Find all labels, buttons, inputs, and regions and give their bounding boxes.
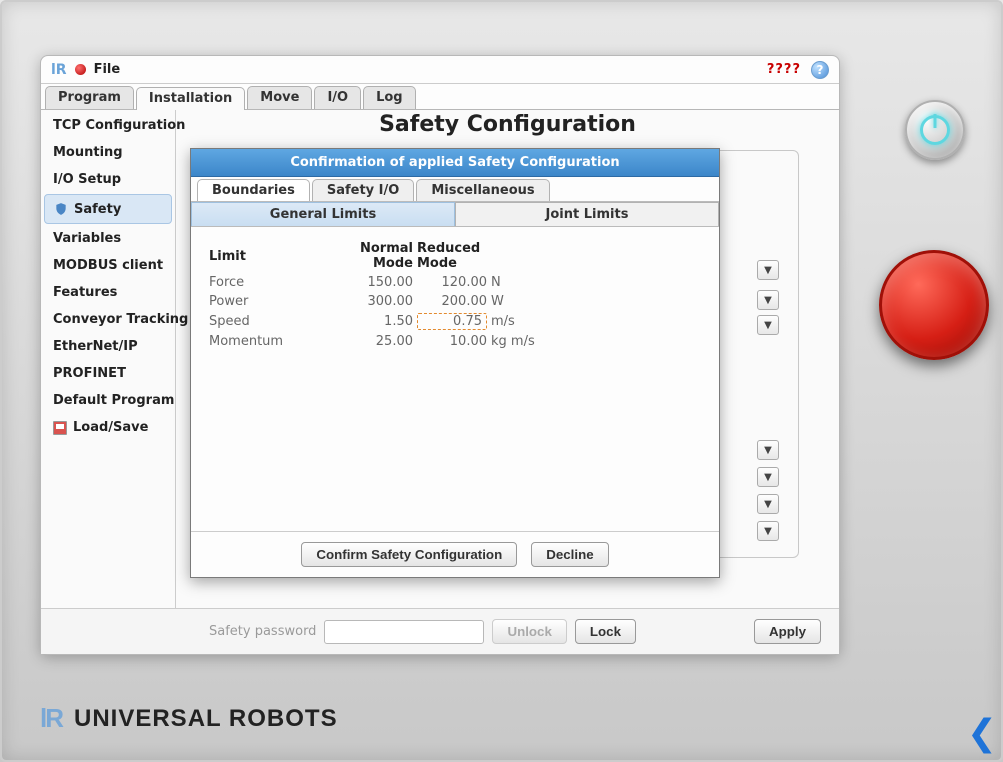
dropdown-4[interactable]: ▼ [757, 440, 779, 460]
dropdown-1[interactable]: ▼ [757, 260, 779, 280]
brand-footer: lR UNIVERSAL ROBOTS [40, 703, 338, 734]
password-label: Safety password [209, 624, 316, 639]
col-reduced: Reduced Mode [417, 241, 487, 271]
col-limit: Limit [209, 249, 319, 264]
limit-name: Speed [209, 314, 319, 329]
limits-row-power: Power 300.00 200.00 W [209, 292, 701, 311]
sidebar-item-profinet[interactable]: PROFINET [41, 360, 175, 387]
page-title: Safety Configuration [176, 112, 839, 137]
limits-row-speed: Speed 1.50 0.75 m/s [209, 311, 701, 332]
sidebar-item-default-program[interactable]: Default Program [41, 387, 175, 414]
apply-button[interactable]: Apply [754, 619, 821, 644]
limit-name: Power [209, 294, 319, 309]
dialog-subtab-general-limits[interactable]: General Limits [191, 202, 455, 226]
sidebar-item-modbus[interactable]: MODBUS client [41, 252, 175, 279]
col-normal: Normal Mode [323, 241, 413, 271]
ur-logo-icon: lR [40, 703, 62, 734]
sidebar-item-io-setup[interactable]: I/O Setup [41, 166, 175, 193]
limit-reduced: 10.00 [417, 334, 487, 349]
tab-io[interactable]: I/O [314, 86, 361, 109]
confirm-safety-button[interactable]: Confirm Safety Configuration [301, 542, 517, 567]
sidebar-item-load-save[interactable]: Load/Save [41, 414, 175, 441]
dropdown-7[interactable]: ▼ [757, 521, 779, 541]
dialog-subtab-joint-limits[interactable]: Joint Limits [455, 202, 719, 226]
dialog-tabs-primary: Boundaries Safety I/O Miscellaneous [191, 177, 719, 202]
emergency-stop-button[interactable] [879, 250, 989, 360]
limit-normal: 25.00 [323, 334, 413, 349]
safety-password-input[interactable] [324, 620, 484, 644]
tab-program[interactable]: Program [45, 86, 134, 109]
limit-unit: m/s [491, 314, 541, 329]
dropdown-3[interactable]: ▼ [757, 315, 779, 335]
limit-reduced-highlighted: 0.75 [417, 313, 487, 330]
dialog-tab-miscellaneous[interactable]: Miscellaneous [416, 179, 549, 201]
power-icon [920, 115, 950, 145]
dropdown-5[interactable]: ▼ [757, 467, 779, 487]
sidebar-item-ethernet-ip[interactable]: EtherNet/IP [41, 333, 175, 360]
limits-row-momentum: Momentum 25.00 10.00 kg m/s [209, 332, 701, 351]
tab-move[interactable]: Move [247, 86, 312, 109]
floppy-icon [53, 421, 67, 435]
sidebar-item-label: Safety [74, 202, 121, 217]
confirmation-dialog: Confirmation of applied Safety Configura… [190, 148, 720, 578]
sidebar-item-features[interactable]: Features [41, 279, 175, 306]
limit-name: Force [209, 275, 319, 290]
dialog-tab-boundaries[interactable]: Boundaries [197, 179, 310, 201]
limits-header: Limit Normal Mode Reduced Mode [209, 239, 701, 273]
shield-icon [54, 201, 68, 217]
ur-logo-small: lR [51, 62, 67, 78]
sidebar-item-mounting[interactable]: Mounting [41, 139, 175, 166]
limits-row-force: Force 150.00 120.00 N [209, 273, 701, 292]
tab-log[interactable]: Log [363, 86, 416, 109]
limit-reduced: 120.00 [417, 275, 487, 290]
limit-unit: W [491, 294, 541, 309]
dialog-title: Confirmation of applied Safety Configura… [191, 149, 719, 177]
sidebar-item-tcp-configuration[interactable]: TCP Configuration [41, 112, 175, 139]
limit-normal: 150.00 [323, 275, 413, 290]
limit-normal: 300.00 [323, 294, 413, 309]
tab-installation[interactable]: Installation [136, 87, 245, 110]
sidebar-item-label: Load/Save [73, 420, 148, 435]
status-dot-icon [75, 64, 86, 75]
main-tabs: Program Installation Move I/O Log [41, 84, 839, 110]
decline-button[interactable]: Decline [531, 542, 608, 567]
limit-name: Momentum [209, 334, 319, 349]
brand-text: UNIVERSAL ROBOTS [74, 705, 338, 733]
dropdown-6[interactable]: ▼ [757, 494, 779, 514]
footer: Safety password Unlock Lock Apply [41, 608, 839, 654]
unlock-button[interactable]: Unlock [492, 619, 566, 644]
limit-unit: kg m/s [491, 334, 541, 349]
dialog-body: Limit Normal Mode Reduced Mode Force 150… [191, 227, 719, 531]
power-button[interactable] [905, 100, 965, 160]
help-icon[interactable]: ? [811, 61, 829, 79]
dialog-footer: Confirm Safety Configuration Decline [191, 531, 719, 577]
sidebar: TCP Configuration Mounting I/O Setup Saf… [41, 110, 176, 608]
sidebar-item-variables[interactable]: Variables [41, 225, 175, 252]
dialog-tab-safety-io[interactable]: Safety I/O [312, 179, 414, 201]
dropdown-2[interactable]: ▼ [757, 290, 779, 310]
lock-button[interactable]: Lock [575, 619, 636, 644]
limit-unit: N [491, 275, 541, 290]
limit-reduced: 200.00 [417, 294, 487, 309]
chevron-left-icon[interactable]: ❮ [967, 713, 997, 754]
file-menu[interactable]: File [94, 62, 121, 77]
sidebar-item-safety[interactable]: Safety [44, 194, 172, 224]
dialog-tabs-secondary: General Limits Joint Limits [191, 202, 719, 227]
titlebar: lR File ???? ? [41, 56, 839, 84]
sidebar-item-conveyor-tracking[interactable]: Conveyor Tracking [41, 306, 175, 333]
status-text: ???? [767, 62, 801, 77]
limit-normal: 1.50 [323, 314, 413, 329]
